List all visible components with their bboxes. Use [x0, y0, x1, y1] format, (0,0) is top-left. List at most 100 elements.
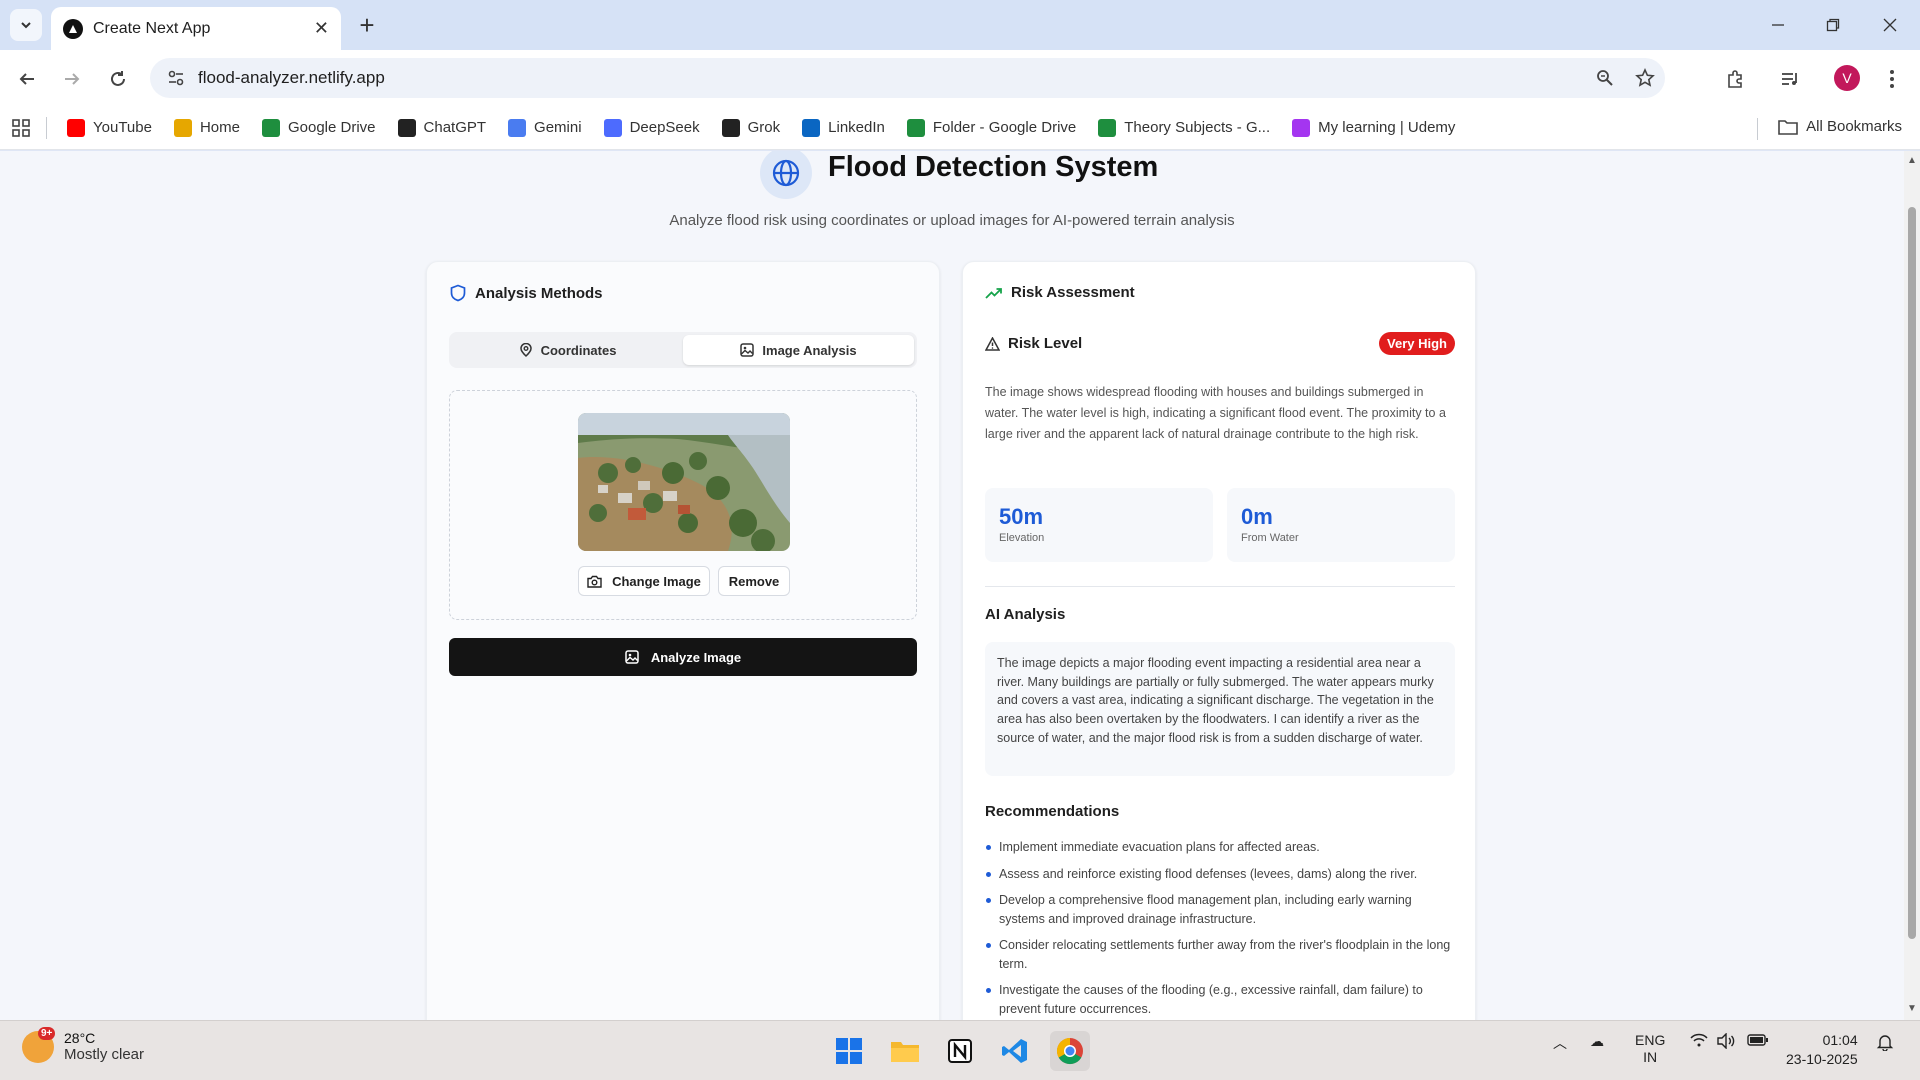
chrome-icon — [1056, 1037, 1083, 1065]
bookmark-label: Home — [199, 119, 240, 136]
recommendation-item: Develop a comprehensive flood management… — [985, 891, 1455, 928]
recommendation-item: Assess and reinforce existing flood defe… — [985, 865, 1455, 884]
bookmark-label: ChatGPT — [423, 119, 487, 136]
chrome-button[interactable] — [1050, 1031, 1090, 1071]
minimize-button[interactable] — [1758, 10, 1798, 40]
windows-logo-icon — [836, 1038, 862, 1064]
page-viewport: Flood Detection System Analyze flood ris… — [0, 151, 1904, 1020]
chevron-down-icon — [21, 22, 31, 29]
image-upload-dropzone[interactable]: Change Image Remove — [449, 390, 917, 620]
trending-up-icon — [985, 287, 1002, 299]
tab-coordinates-label: Coordinates — [540, 342, 617, 358]
bookmark-label: Folder - Google Drive — [932, 119, 1077, 136]
clock-date: 23-10-2025 — [1786, 1051, 1858, 1067]
file-explorer-button[interactable] — [885, 1031, 925, 1071]
notion-button[interactable] — [940, 1031, 980, 1071]
more-menu-icon[interactable] — [1876, 63, 1908, 95]
bookmarks-bar: YouTube Home Google Drive ChatGPT Gemini Deep… — [0, 106, 1920, 150]
restore-button[interactable] — [1813, 10, 1853, 40]
notion-icon — [948, 1039, 972, 1063]
extensions-icon[interactable] — [1720, 63, 1752, 95]
scroll-up-icon[interactable]: ▲ — [1907, 155, 1917, 166]
bookmark-item[interactable]: Theory Subjects - G... — [1098, 118, 1271, 137]
elevation-label: Elevation — [999, 532, 1045, 544]
bookmark-label: Google Drive — [287, 119, 376, 136]
browser-tab[interactable]: Create Next App ✕ — [51, 7, 341, 50]
volume-icon[interactable] — [1716, 1032, 1736, 1052]
bookmark-label: Theory Subjects - G... — [1124, 119, 1271, 136]
remove-image-button[interactable]: Remove — [718, 566, 790, 596]
gemini-icon — [508, 118, 527, 137]
analyze-image-button[interactable]: Analyze Image — [449, 638, 917, 676]
bookmark-item[interactable]: DeepSeek — [603, 118, 700, 137]
warning-triangle-icon — [985, 336, 1000, 351]
tab-coordinates[interactable]: Coordinates — [452, 335, 683, 365]
camera-icon — [587, 575, 602, 588]
close-tab-icon[interactable]: ✕ — [314, 18, 329, 39]
bookmark-label: YouTube — [93, 119, 152, 136]
bookmark-item[interactable]: YouTube — [67, 118, 152, 137]
language-indicator[interactable]: ENG IN — [1635, 1032, 1665, 1066]
back-button[interactable] — [12, 64, 42, 94]
url-text: flood-analyzer.netlify.app — [198, 68, 385, 87]
risk-description: The image shows widespread flooding with… — [985, 385, 1446, 441]
weather-temperature: 28°C — [64, 1030, 96, 1046]
flood-image-preview — [578, 413, 790, 551]
google-drive-icon — [1098, 118, 1117, 137]
tab-title: Create Next App — [93, 19, 211, 37]
bookmark-label: Grok — [747, 119, 781, 136]
distance-from-water-label: From Water — [1241, 532, 1299, 544]
close-icon — [1883, 18, 1897, 32]
folder-icon — [891, 1042, 919, 1062]
weather-widget[interactable]: 9+ 28°C Mostly clear — [22, 1026, 144, 1063]
forward-button[interactable] — [57, 64, 87, 94]
bookmark-item[interactable]: My learning | Udemy — [1292, 118, 1455, 137]
arrow-right-icon — [65, 73, 80, 85]
bookmark-item[interactable]: ChatGPT — [397, 118, 487, 137]
battery-icon[interactable] — [1747, 1033, 1769, 1050]
minimize-icon — [1772, 24, 1784, 26]
bookmark-item[interactable]: Grok — [721, 118, 781, 137]
tab-search-button[interactable] — [10, 9, 42, 41]
risk-level-badge: Very High — [1379, 332, 1455, 355]
site-info-icon[interactable] — [156, 58, 196, 98]
wifi-icon[interactable] — [1690, 1033, 1708, 1050]
bookmark-item[interactable]: Folder - Google Drive — [906, 118, 1077, 137]
tab-image-analysis-label: Image Analysis — [762, 342, 857, 358]
tab-image-analysis[interactable]: Image Analysis — [683, 335, 914, 365]
bookmark-item[interactable]: LinkedIn — [802, 118, 885, 137]
page-subtitle: Analyze flood risk using coordinates or … — [669, 212, 1235, 229]
reload-button[interactable] — [103, 64, 133, 94]
new-tab-button[interactable]: + — [352, 10, 382, 40]
all-bookmarks-button[interactable]: All Bookmarks — [1778, 118, 1902, 135]
vscode-button[interactable] — [995, 1031, 1035, 1071]
change-image-button[interactable]: Change Image — [578, 566, 710, 596]
method-tabs: Coordinates Image Analysis — [449, 332, 917, 368]
tray-overflow-icon[interactable]: ︿ — [1553, 1033, 1567, 1053]
profile-avatar[interactable]: V — [1834, 65, 1860, 91]
bookmark-item[interactable]: Home — [173, 118, 240, 137]
zoom-icon[interactable] — [1585, 58, 1625, 98]
bookmark-item[interactable]: Google Drive — [261, 118, 376, 137]
scroll-down-icon[interactable]: ▼ — [1907, 1003, 1917, 1014]
scrollbar-thumb[interactable] — [1908, 207, 1916, 939]
analysis-methods-card: Analysis Methods Coordinates Image Analy… — [426, 261, 940, 1020]
recommendation-item: Investigate the causes of the flooding (… — [985, 981, 1455, 1018]
media-control-icon[interactable] — [1774, 63, 1806, 95]
apps-button[interactable] — [12, 118, 30, 137]
browser-toolbar: flood-analyzer.netlify.app V — [0, 50, 1920, 106]
address-bar[interactable]: flood-analyzer.netlify.app — [150, 58, 1665, 98]
system-clock[interactable]: 01:04 23-10-2025 — [1786, 1031, 1858, 1069]
weather-badge: 9+ — [38, 1026, 56, 1040]
close-window-button[interactable] — [1870, 10, 1910, 40]
notifications-icon[interactable] — [1876, 1033, 1894, 1054]
onedrive-icon[interactable]: ☁ — [1590, 1033, 1604, 1050]
bookmark-item[interactable]: Gemini — [508, 118, 582, 137]
page-scrollbar[interactable]: ▲ ▼ — [1904, 151, 1920, 1020]
udemy-icon — [1292, 118, 1311, 137]
windows-start-button[interactable] — [829, 1031, 869, 1071]
page-title: Flood Detection System — [828, 151, 1159, 183]
star-icon[interactable] — [1625, 58, 1665, 98]
apps-grid-icon — [12, 118, 30, 137]
weather-moon-icon: 9+ — [22, 1026, 56, 1063]
